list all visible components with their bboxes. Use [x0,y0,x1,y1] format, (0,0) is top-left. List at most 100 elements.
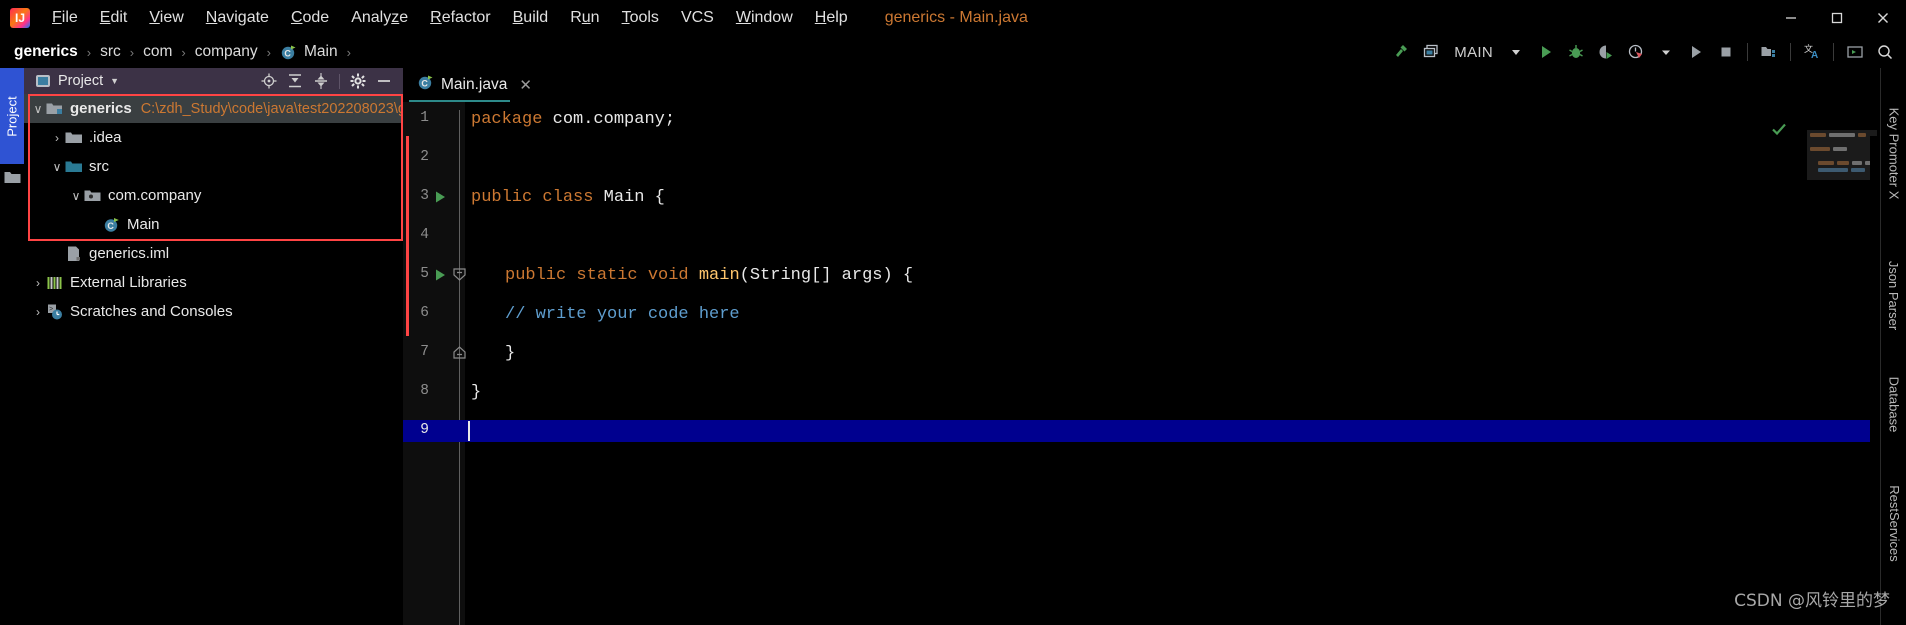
menu-item-run[interactable]: Run [559,6,610,30]
scratches-icon: > [46,303,64,321]
maximize-button[interactable] [1814,0,1860,36]
search-everywhere-icon[interactable] [1870,36,1900,68]
collapse-all-icon[interactable] [308,68,334,94]
code-token: (String[] args) { [739,266,914,285]
menu-item-navigate[interactable]: Navigate [195,6,280,30]
code-line[interactable]: package com.company; [471,110,675,130]
code-line[interactable]: public class Main { [471,188,665,208]
close-button[interactable] [1860,0,1906,36]
breadcrumb-item-generics[interactable]: generics [14,43,78,61]
run-icon[interactable] [1531,36,1561,68]
chevron-down-icon[interactable]: ∨ [49,160,65,174]
tool-tab-restservices[interactable]: RestServices [1881,468,1906,578]
translate-icon[interactable]: 文 A [1797,36,1827,68]
tool-tab-project[interactable]: Project [0,68,24,164]
menu-item-edit[interactable]: Edit [89,6,139,30]
code-area[interactable]: 1 package com.company; 2 3 public class Main… [403,102,1880,625]
tree-node-scratches-and-consoles[interactable]: › > Scratches and Consoles [24,297,403,326]
tree-node-external-libraries[interactable]: › External Libraries [24,268,403,297]
chevron-down-icon[interactable]: ▼ [110,76,119,86]
tree-node-main[interactable]: C Main [24,210,403,239]
editor-gutter[interactable] [403,102,465,625]
debug-icon[interactable] [1561,36,1591,68]
svg-text:C: C [107,221,114,231]
fold-indent-guide [459,110,460,625]
tree-node-com-company[interactable]: ∨ com.company [24,181,403,210]
menu-items: File Edit View Navigate Code Analyze Refactor B… [41,6,859,30]
chevron-right-icon[interactable]: › [30,305,46,319]
tree-node-label: Scratches and Consoles [70,303,233,320]
settings-gear-icon[interactable] [345,68,371,94]
breadcrumb-item-main[interactable]: Main [304,43,338,61]
code-line[interactable]: } [505,344,515,364]
green-check-icon[interactable] [1770,120,1788,143]
code-minimap[interactable] [1807,130,1877,180]
editor-area: C Main.java ✕ 1 package com.company; 2 3 pub… [403,68,1880,625]
code-line[interactable]: // write your code here [505,305,740,325]
menu-item-view[interactable]: View [138,6,194,30]
stop-icon[interactable] [1711,36,1741,68]
hide-panel-icon[interactable] [371,68,397,94]
tree-node--idea[interactable]: › .idea [24,123,403,152]
project-panel-title: Project [58,73,104,89]
menu-item-help[interactable]: Help [804,6,859,30]
play-icon[interactable] [1681,36,1711,68]
chevron-right-icon[interactable]: › [30,276,46,290]
menu-item-vcs[interactable]: VCS [670,6,725,30]
profiler-icon[interactable] [1621,36,1651,68]
chevron-down-icon[interactable]: ∨ [30,102,46,116]
tree-node-src[interactable]: ∨ src [24,152,403,181]
menu-item-refactor[interactable]: Refactor [419,6,501,30]
menu-item-window[interactable]: Window [725,6,804,30]
editor-tab-main-java[interactable]: C Main.java ✕ [409,68,538,102]
menu-item-analyze[interactable]: Analyze [340,6,419,30]
gutter-run-icon[interactable] [433,268,447,282]
ide-window: IJ File Edit View Navigate Code Analyze Refact… [0,0,1906,625]
select-opened-file-icon[interactable] [1416,36,1446,68]
tool-tab-json-parser[interactable]: Json Parser [1881,246,1906,344]
run-with-coverage-icon[interactable] [1591,36,1621,68]
locate-file-icon[interactable] [256,68,282,94]
expand-all-icon[interactable] [282,68,308,94]
fold-close-icon[interactable] [452,345,467,360]
breadcrumb-separator: › [86,44,92,60]
project-panel-toolbar [256,68,397,94]
build-hammer-icon[interactable] [1386,36,1416,68]
breadcrumb-item-com[interactable]: com [143,43,172,61]
menu-item-build[interactable]: Build [502,6,560,30]
intellij-logo-icon: IJ [9,7,31,29]
gutter-run-icon[interactable] [433,190,447,204]
tree-node-label: Main [127,216,160,233]
project-structure-icon[interactable] [1754,36,1784,68]
run-config-dropdown-icon[interactable] [1501,36,1531,68]
package-icon [84,187,102,205]
minimize-button[interactable] [1768,0,1814,36]
menu-item-code[interactable]: Code [280,6,340,30]
tree-node-generics[interactable]: ∨ generics C:\zdh_Study\code\java\test2022… [24,94,403,123]
tree-node-generics-iml[interactable]: generics.iml [24,239,403,268]
run-configuration-selector[interactable]: MAIN [1446,44,1501,61]
menu-item-file[interactable]: File [41,6,89,30]
tree-node-label: generics [70,100,132,117]
breadcrumb-item-company[interactable]: company [195,43,258,61]
terminal-icon[interactable] [1840,36,1870,68]
chevron-right-icon[interactable]: › [49,131,65,145]
breadcrumb: generics › src › com › company › C Main › [14,43,360,61]
chevron-down-icon[interactable]: ∨ [68,189,84,203]
line-number: 8 [420,383,429,399]
code-line[interactable]: public static void main(String[] args) { [505,266,913,286]
tool-tab-database[interactable]: Database [1881,358,1906,450]
more-dropdown-icon[interactable] [1651,36,1681,68]
editor-scrollbar[interactable] [1870,136,1880,625]
fold-open-icon[interactable] [452,267,467,282]
breadcrumb-item-src[interactable]: src [100,43,121,61]
tool-tab-key-promoter-x[interactable]: Key Promoter X [1881,78,1906,228]
svg-text:C: C [284,48,291,58]
breadcrumb-separator: › [346,44,351,60]
folder-icon[interactable] [4,170,21,190]
close-icon[interactable]: ✕ [519,76,532,94]
tool-tab-label: RestServices [1886,484,1902,562]
code-line[interactable]: } [471,383,481,403]
menu-item-tools[interactable]: Tools [611,6,670,30]
iml-file-icon [65,245,83,263]
